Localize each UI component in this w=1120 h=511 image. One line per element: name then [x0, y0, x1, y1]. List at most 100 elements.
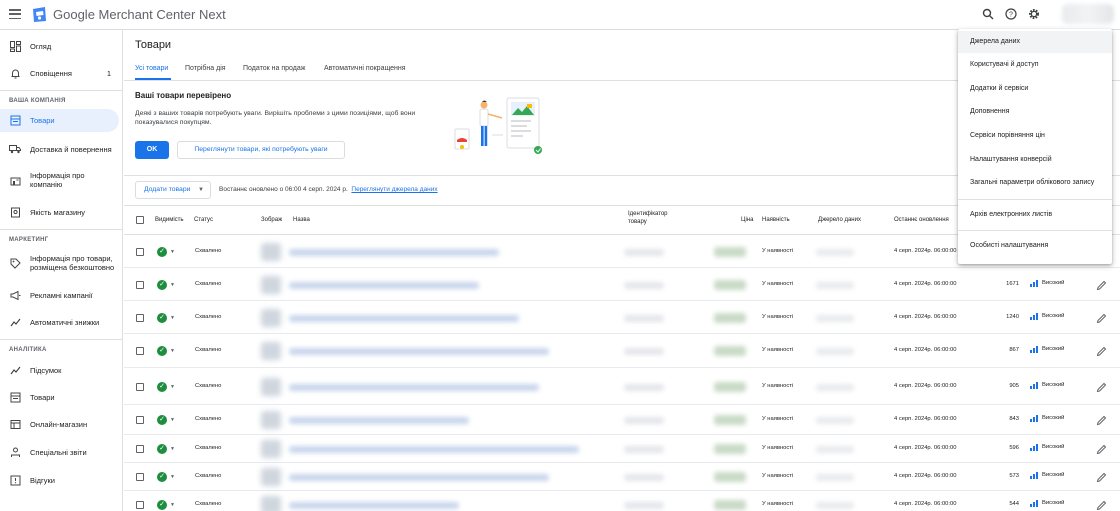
pencil-icon[interactable]	[1096, 472, 1107, 483]
pencil-icon[interactable]	[1096, 280, 1107, 291]
gear-icon[interactable]	[1027, 8, 1041, 22]
header-product-id[interactable]: Ідентифікатор товару	[628, 210, 682, 226]
chevron-down-icon[interactable]: ▼	[170, 249, 175, 255]
chevron-down-icon[interactable]: ▼	[170, 417, 175, 423]
tab-action-needed[interactable]: Потрібна дія	[185, 65, 226, 72]
table-row[interactable]: ✓ ▼ Схвалено У наявності 4 серп. 2024р. 06:0…	[124, 435, 1120, 463]
menu-icon[interactable]	[9, 9, 21, 19]
review-products-button[interactable]: Переглянути товари, які потребують уваги	[177, 141, 345, 159]
row-checkbox[interactable]	[136, 473, 144, 481]
pencil-icon[interactable]	[1096, 382, 1107, 393]
visible-check-icon[interactable]: ✓	[157, 381, 167, 392]
sidebar-item-campaigns[interactable]: Рекламні кампанії	[0, 287, 119, 303]
product-image[interactable]	[261, 342, 281, 360]
header-price[interactable]: Ціна	[741, 216, 753, 224]
menu-item-users-access[interactable]: Користувачі й доступ	[958, 54, 1112, 76]
pencil-icon[interactable]	[1096, 415, 1107, 426]
account-avatar[interactable]	[1062, 4, 1114, 24]
product-image[interactable]	[261, 275, 281, 294]
row-checkbox[interactable]	[136, 247, 144, 256]
table-row[interactable]: ✓ ▼ Схвалено У наявності 4 серп. 2024р. 06:0…	[124, 368, 1120, 405]
sidebar-item-feedback[interactable]: Відгуки	[0, 472, 119, 488]
header-name[interactable]: Назва	[293, 216, 310, 224]
header-last-updated[interactable]: Останнє оновлення	[894, 216, 949, 224]
sidebar-item-products[interactable]: Товари	[0, 109, 119, 132]
ok-button[interactable]: OK	[135, 141, 169, 159]
sidebar-item-free-listings[interactable]: Інформація про товари, розміщена безкошт…	[0, 251, 119, 275]
sidebar-item-auto-discounts[interactable]: Автоматичні знижки	[0, 314, 119, 330]
row-checkbox[interactable]	[136, 347, 144, 355]
sidebar-item-shipping[interactable]: Доставка й повернення	[0, 141, 119, 157]
view-data-sources-link[interactable]: Переглянути джерела даних	[351, 186, 437, 193]
visible-check-icon[interactable]: ✓	[157, 346, 167, 356]
chevron-down-icon[interactable]: ▼	[170, 282, 175, 288]
header-visibility[interactable]: Видимість	[155, 216, 184, 224]
menu-item-personal-settings[interactable]: Особисті налаштування	[958, 235, 1112, 257]
pencil-icon[interactable]	[1096, 346, 1107, 357]
product-image[interactable]	[261, 377, 281, 396]
pencil-icon[interactable]	[1096, 313, 1107, 324]
visible-check-icon[interactable]: ✓	[157, 279, 167, 290]
table-row[interactable]: ✓ ▼ Схвалено У наявності 4 серп. 2024р. 06:0…	[124, 405, 1120, 435]
sidebar-item-store-quality[interactable]: Якість магазину	[0, 204, 119, 220]
product-name[interactable]	[289, 446, 579, 453]
menu-item-conversion-settings[interactable]: Налаштування конверсій	[958, 149, 1112, 171]
select-all-checkbox[interactable]	[136, 216, 144, 224]
product-name[interactable]	[289, 474, 549, 481]
sidebar-item-analytics-products[interactable]: Товари	[0, 389, 119, 405]
table-row[interactable]: ✓ ▼ Схвалено У наявності 4 серп. 2024р. 06:0…	[124, 301, 1120, 334]
sidebar-item-notifications[interactable]: Сповіщення 1	[0, 65, 119, 81]
sidebar-item-custom-reports[interactable]: Спеціальні звіти	[0, 444, 119, 460]
menu-item-css[interactable]: Сервіси порівняння цін	[958, 125, 1112, 147]
table-row[interactable]: ✓ ▼ Схвалено У наявності 4 серп. 2024р. 06:0…	[124, 463, 1120, 491]
tab-all-products[interactable]: Усі товари	[135, 65, 168, 72]
product-image[interactable]	[261, 468, 281, 486]
product-name[interactable]	[289, 417, 469, 424]
visible-check-icon[interactable]: ✓	[157, 312, 167, 323]
menu-item-email-archive[interactable]: Архів електронних листів	[958, 204, 1112, 226]
row-checkbox[interactable]	[136, 445, 144, 453]
row-checkbox[interactable]	[136, 313, 144, 322]
header-availability[interactable]: Наявність	[762, 216, 790, 224]
product-name[interactable]	[289, 281, 479, 289]
row-checkbox[interactable]	[136, 382, 144, 391]
product-name[interactable]	[289, 248, 499, 256]
visible-check-icon[interactable]: ✓	[157, 415, 167, 425]
product-image[interactable]	[261, 496, 281, 511]
row-checkbox[interactable]	[136, 416, 144, 424]
product-image[interactable]	[261, 411, 281, 429]
sidebar-item-online-store[interactable]: Онлайн-магазин	[0, 416, 119, 432]
pencil-icon[interactable]	[1096, 444, 1107, 455]
tab-auto-improvements[interactable]: Автоматичні покращення	[324, 65, 406, 72]
product-name[interactable]	[289, 383, 539, 391]
help-icon[interactable]: ?	[1004, 8, 1018, 22]
menu-item-add-ons[interactable]: Доповнення	[958, 101, 1112, 123]
product-image[interactable]	[261, 440, 281, 458]
table-row[interactable]: ✓ ▼ Схвалено У наявності 4 серп. 2024р. 06:0…	[124, 268, 1120, 301]
menu-item-account-settings[interactable]: Загальні параметри облікового запису	[958, 172, 1112, 194]
menu-item-data-sources[interactable]: Джерела даних	[958, 31, 1112, 53]
add-products-button[interactable]: Додати товари ▼	[135, 181, 211, 199]
header-data-source[interactable]: Джерело даних	[818, 216, 861, 224]
chevron-down-icon[interactable]: ▼	[170, 474, 175, 480]
chevron-down-icon[interactable]: ▼	[170, 315, 175, 321]
visible-check-icon[interactable]: ✓	[157, 500, 167, 510]
product-image[interactable]	[261, 242, 281, 261]
product-name[interactable]	[289, 348, 549, 355]
row-checkbox[interactable]	[136, 280, 144, 289]
chevron-down-icon[interactable]: ▼	[170, 502, 175, 508]
search-icon[interactable]	[981, 8, 995, 22]
pencil-icon[interactable]	[1096, 500, 1107, 511]
sidebar-item-company-info[interactable]: Інформація про компанію	[0, 168, 119, 192]
chevron-down-icon[interactable]: ▼	[170, 384, 175, 390]
row-checkbox[interactable]	[136, 501, 144, 509]
header-status[interactable]: Статус	[194, 216, 213, 224]
tab-sales-tax[interactable]: Податок на продаж	[243, 65, 305, 72]
product-name[interactable]	[289, 314, 519, 322]
visible-check-icon[interactable]: ✓	[157, 246, 167, 257]
product-name[interactable]	[289, 502, 459, 509]
table-row[interactable]: ✓ ▼ Схвалено У наявності 4 серп. 2024р. 06:0…	[124, 334, 1120, 368]
table-row[interactable]: ✓ ▼ Схвалено У наявності 4 серп. 2024р. 06:0…	[124, 491, 1120, 511]
menu-item-apps-services[interactable]: Додатки й сервіси	[958, 78, 1112, 100]
visible-check-icon[interactable]: ✓	[157, 472, 167, 482]
